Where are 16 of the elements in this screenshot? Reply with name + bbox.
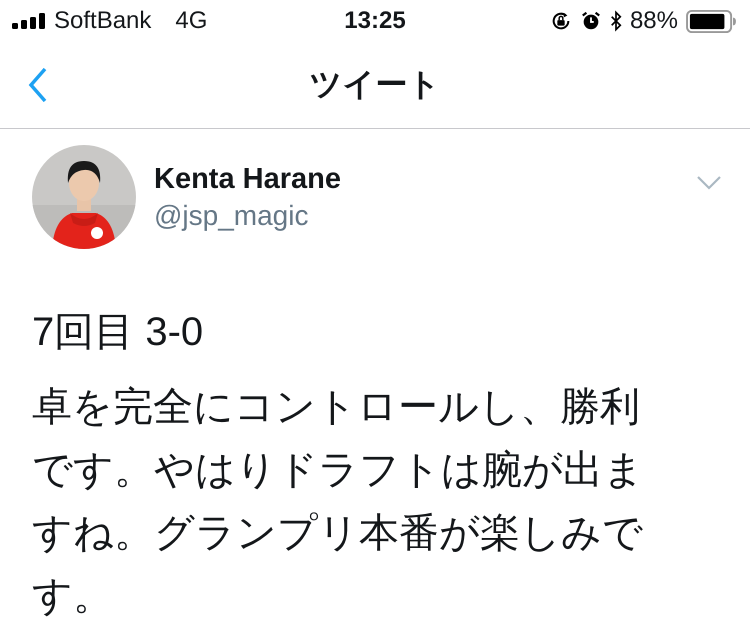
- user-name: Kenta Harane: [154, 162, 342, 197]
- battery-percent: 88%: [630, 7, 678, 35]
- page-title: ツイート: [310, 65, 440, 104]
- user-handle: @jsp_magic: [154, 199, 310, 233]
- tweet-text: 卓を完全にコントロールし、勝利です。やはりドラフトは腕が出ますね。グランプリ本番が楽しみです。: [32, 384, 644, 620]
- battery-icon: [686, 10, 736, 32]
- network-type: 4G: [175, 7, 208, 35]
- chevron-down-icon[interactable]: [696, 175, 722, 191]
- back-icon[interactable]: [28, 67, 48, 103]
- rotation-lock-icon: [550, 10, 572, 32]
- tweet-text: 7回目 3-0: [32, 309, 204, 356]
- carrier-name: SoftBank: [54, 7, 152, 35]
- alarm-icon: [580, 10, 602, 32]
- signal-icon: [12, 13, 46, 29]
- bluetooth-icon: [610, 10, 622, 32]
- clock-time: 13:25: [343, 7, 407, 35]
